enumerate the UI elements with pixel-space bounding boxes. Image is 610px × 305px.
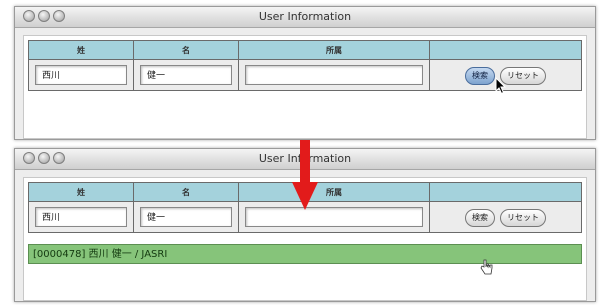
search-button[interactable]: 検索 — [464, 66, 495, 85]
first-name-input[interactable]: 健一 — [140, 65, 232, 85]
affiliation-input[interactable] — [245, 207, 423, 227]
header-actions — [429, 182, 582, 202]
search-button[interactable]: 検索 — [464, 208, 495, 227]
cell-last-name: 西川 — [28, 201, 134, 233]
cell-affiliation — [238, 59, 430, 91]
hand-pointer-icon — [480, 259, 493, 275]
header-first-name: 名 — [133, 40, 239, 60]
window-before: User Information 姓 名 所属 西川 健一 検索 リセット — [14, 6, 596, 140]
mouse-pointer-icon — [495, 77, 507, 95]
window-title: User Information — [258, 10, 352, 23]
cell-actions: 検索 リセット — [429, 201, 582, 233]
down-arrow-icon — [292, 140, 318, 210]
header-last-name: 姓 — [28, 40, 134, 60]
header-last-name: 姓 — [28, 182, 134, 202]
cell-first-name: 健一 — [133, 59, 239, 91]
header-affiliation: 所属 — [238, 40, 430, 60]
cell-first-name: 健一 — [133, 201, 239, 233]
title-bar: User Information — [15, 7, 595, 28]
header-affiliation: 所属 — [238, 182, 430, 202]
affiliation-input[interactable] — [245, 65, 423, 85]
results-area — [28, 94, 582, 134]
cell-affiliation — [238, 201, 430, 233]
last-name-input[interactable]: 西川 — [35, 65, 127, 85]
reset-button[interactable]: リセット — [500, 208, 547, 227]
cell-last-name: 西川 — [28, 59, 134, 91]
header-first-name: 名 — [133, 182, 239, 202]
header-actions — [429, 40, 582, 60]
last-name-input[interactable]: 西川 — [35, 207, 127, 227]
first-name-input[interactable]: 健一 — [140, 207, 232, 227]
search-result-item[interactable]: [0000478] 西川 健一 / JASRI — [28, 244, 582, 264]
